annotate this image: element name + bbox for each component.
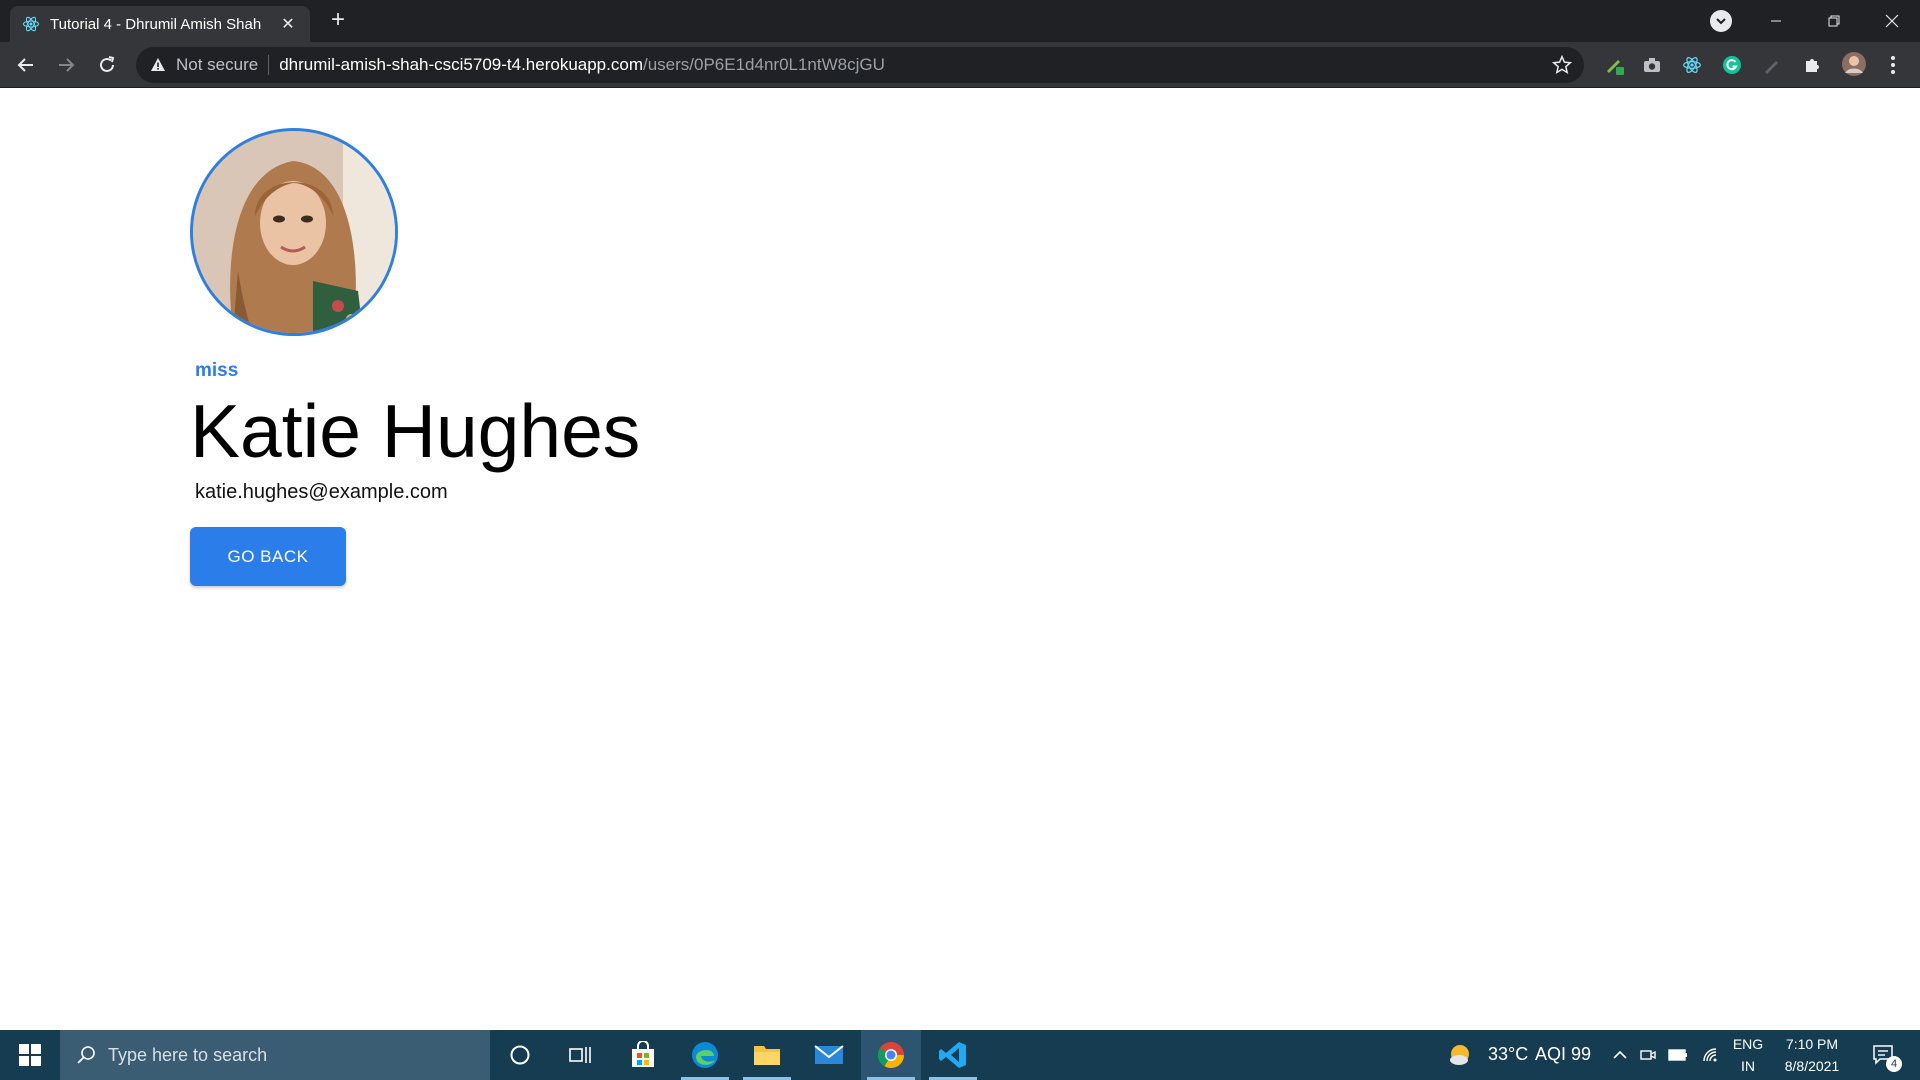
new-tab-button[interactable]: + bbox=[326, 8, 350, 33]
user-full-name: Katie Hughes bbox=[190, 389, 641, 473]
weather-widget[interactable] bbox=[1440, 1030, 1480, 1080]
chevron-up-icon bbox=[1613, 1050, 1627, 1059]
store-bag-icon bbox=[632, 1041, 654, 1067]
edge-browser-button[interactable] bbox=[675, 1030, 735, 1080]
file-explorer-button[interactable] bbox=[737, 1030, 797, 1080]
page-content: miss Katie Hughes katie.hughes@example.c… bbox=[0, 88, 1920, 1030]
mail-envelope-icon bbox=[814, 1045, 844, 1064]
windows-logo-icon bbox=[19, 1044, 41, 1066]
browser-tab-strip: Tutorial 4 - Dhrumil Amish Shah ✕ + bbox=[0, 0, 1920, 42]
react-devtools-icon[interactable] bbox=[1681, 54, 1703, 76]
vscode-button[interactable] bbox=[923, 1030, 983, 1080]
close-window-button[interactable] bbox=[1864, 0, 1920, 42]
tab-search-button[interactable] bbox=[1710, 10, 1732, 32]
action-center-button[interactable]: 4 bbox=[1862, 1030, 1906, 1080]
battery-button[interactable] bbox=[1664, 1030, 1692, 1080]
microsoft-store-button[interactable] bbox=[613, 1030, 673, 1080]
forward-button[interactable] bbox=[50, 49, 82, 81]
disabled-extension-icon[interactable] bbox=[1761, 54, 1783, 76]
url-host: dhrumil-amish-shah-csci5709-t4.herokuapp… bbox=[279, 55, 643, 74]
chrome-button[interactable] bbox=[861, 1030, 921, 1080]
cortana-button[interactable] bbox=[490, 1030, 550, 1080]
wifi-icon bbox=[1703, 1048, 1717, 1062]
arrow-right-icon bbox=[59, 58, 75, 72]
extensions-puzzle-icon[interactable] bbox=[1801, 54, 1823, 76]
browser-menu-icon[interactable] bbox=[1882, 54, 1904, 76]
bookmark-star-icon[interactable] bbox=[1552, 55, 1572, 75]
restore-icon bbox=[1828, 15, 1840, 27]
chrome-icon bbox=[877, 1042, 905, 1069]
go-back-button[interactable]: GO BACK bbox=[190, 527, 346, 586]
react-icon bbox=[22, 15, 40, 33]
weather-aqi[interactable]: AQI 99 bbox=[1535, 1044, 1591, 1065]
close-icon bbox=[1885, 14, 1899, 28]
browser-toolbar: Not secure dhrumil-amish-shah-csci5709-t… bbox=[0, 42, 1920, 88]
omnibox-divider bbox=[268, 55, 270, 75]
camera-tray-icon bbox=[1640, 1050, 1656, 1060]
pen-extension-icon[interactable] bbox=[1604, 54, 1626, 76]
clock-date[interactable]: 8/8/2021 bbox=[1772, 1058, 1852, 1074]
profile-avatar-icon[interactable] bbox=[1841, 51, 1867, 77]
user-email: katie.hughes@example.com bbox=[195, 481, 448, 503]
warning-icon bbox=[151, 58, 165, 71]
address-bar[interactable]: Not secure dhrumil-amish-shah-csci5709-t… bbox=[136, 47, 1584, 83]
browser-tab[interactable]: Tutorial 4 - Dhrumil Amish Shah ✕ bbox=[10, 6, 310, 42]
clock-time[interactable]: 7:10 PM bbox=[1772, 1036, 1852, 1052]
tab-close-icon[interactable]: ✕ bbox=[278, 14, 298, 34]
chevron-down-icon bbox=[1716, 18, 1726, 25]
camera-extension-icon[interactable] bbox=[1641, 54, 1663, 76]
arrow-left-icon bbox=[17, 58, 33, 72]
user-avatar bbox=[190, 128, 398, 336]
weather-partly-sunny-icon bbox=[1450, 1045, 1469, 1065]
weather-temperature[interactable]: 33°C bbox=[1488, 1044, 1528, 1065]
cortana-circle-icon bbox=[510, 1045, 530, 1065]
search-icon bbox=[77, 1046, 95, 1064]
taskbar-search-input[interactable]: Type here to search bbox=[60, 1030, 490, 1080]
windows-taskbar: Type here to search 33°C AQI 99 ENG IN 7… bbox=[0, 1030, 1920, 1080]
task-view-button[interactable] bbox=[550, 1030, 610, 1080]
show-hidden-icons-button[interactable] bbox=[1608, 1030, 1632, 1080]
reload-icon bbox=[100, 56, 115, 72]
tab-title: Tutorial 4 - Dhrumil Amish Shah bbox=[50, 15, 262, 33]
meet-now-button[interactable] bbox=[1636, 1030, 1660, 1080]
vscode-icon bbox=[939, 1042, 966, 1068]
mail-button[interactable] bbox=[799, 1030, 859, 1080]
restore-button[interactable] bbox=[1806, 0, 1862, 42]
security-status-label[interactable]: Not secure bbox=[176, 55, 258, 75]
back-button[interactable] bbox=[10, 49, 42, 81]
edge-icon bbox=[692, 1042, 718, 1068]
minimize-button[interactable] bbox=[1748, 0, 1804, 42]
input-language[interactable]: ENG bbox=[1730, 1036, 1766, 1052]
reload-button[interactable] bbox=[91, 49, 123, 81]
folder-icon bbox=[754, 1046, 780, 1065]
search-placeholder: Type here to search bbox=[108, 1044, 268, 1065]
task-view-icon bbox=[569, 1047, 591, 1063]
url-path: /users/0P6E1d4nr0L1ntW8cjGU bbox=[642, 55, 885, 74]
notification-count-badge: 4 bbox=[1886, 1056, 1902, 1072]
input-region[interactable]: IN bbox=[1730, 1058, 1766, 1074]
battery-icon bbox=[1668, 1049, 1687, 1061]
user-title: miss bbox=[195, 360, 239, 381]
wifi-button[interactable] bbox=[1697, 1030, 1725, 1080]
minimize-icon bbox=[1771, 20, 1781, 22]
grammarly-icon[interactable] bbox=[1721, 54, 1743, 76]
start-button[interactable] bbox=[0, 1030, 60, 1080]
